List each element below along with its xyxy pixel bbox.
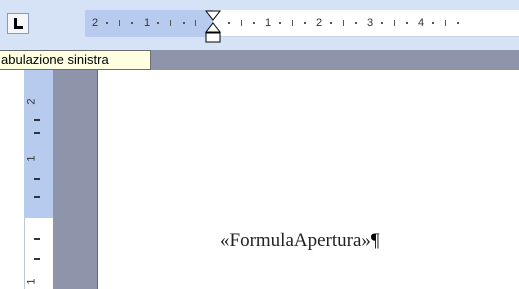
- horizontal-ruler[interactable]: 2 1 1 2 3 4: [85, 10, 519, 43]
- ruler-number: 4: [418, 17, 425, 29]
- ruler-tick: [119, 20, 120, 26]
- tab-selector-button[interactable]: [7, 13, 29, 34]
- word-document-window: 2 1 1 2 3 4 abulazione sinistra 2 1 1 «F…: [0, 0, 519, 289]
- ruler-tick: [343, 20, 344, 26]
- ruler-number: 1: [265, 17, 272, 29]
- ruler-dot: [157, 22, 159, 24]
- ruler-tick: [195, 20, 196, 26]
- tab-type-tooltip: abulazione sinistra: [0, 50, 151, 70]
- vertical-ruler-tick: [34, 258, 40, 260]
- ruler-dot: [228, 22, 230, 24]
- ruler-tick: [445, 20, 446, 26]
- vertical-ruler-number: 1: [25, 278, 38, 285]
- hanging-indent-marker-icon[interactable]: [205, 10, 221, 44]
- merge-field-formula-apertura[interactable]: «FormulaApertura»: [220, 230, 371, 251]
- ruler-dot: [131, 22, 133, 24]
- ruler-dot: [355, 22, 357, 24]
- ruler-dot: [381, 22, 383, 24]
- ruler-tick: [241, 20, 242, 26]
- vertical-ruler-number: 2: [25, 98, 38, 105]
- vertical-ruler-tick: [34, 119, 40, 121]
- merge-field-paragraph[interactable]: «FormulaApertura»¶: [220, 230, 380, 252]
- ruler-number: 2: [92, 17, 99, 29]
- ruler-number: 2: [316, 17, 323, 29]
- ruler-dot: [457, 22, 459, 24]
- ruler-dot: [330, 22, 332, 24]
- ruler-number: 3: [367, 17, 374, 29]
- ruler-dot: [253, 22, 255, 24]
- left-tab-icon: [14, 18, 23, 29]
- ruler-dot: [106, 22, 108, 24]
- ruler-bar: 2 1 1 2 3 4: [0, 0, 519, 50]
- ruler-tick: [394, 20, 395, 26]
- ruler-dot: [432, 22, 434, 24]
- vertical-ruler-tick: [34, 132, 40, 134]
- ruler-tick: [170, 20, 171, 26]
- ruler-tick: [292, 20, 293, 26]
- ruler-dot: [279, 22, 281, 24]
- vertical-ruler[interactable]: 2 1 1: [10, 70, 53, 289]
- vertical-ruler-tick: [34, 178, 40, 180]
- ruler-dot: [183, 22, 185, 24]
- document-page[interactable]: «FormulaApertura»¶: [97, 70, 519, 289]
- vertical-ruler-tick: [34, 238, 40, 240]
- ruler-number: 1: [144, 17, 151, 29]
- vertical-ruler-tick: [34, 196, 40, 198]
- page-gutter: [53, 70, 97, 289]
- vertical-ruler-number: 1: [25, 155, 38, 162]
- ruler-dot: [406, 22, 408, 24]
- ruler-dot: [304, 22, 306, 24]
- paragraph-mark: ¶: [370, 230, 380, 251]
- window-gutter-strip: [151, 50, 519, 70]
